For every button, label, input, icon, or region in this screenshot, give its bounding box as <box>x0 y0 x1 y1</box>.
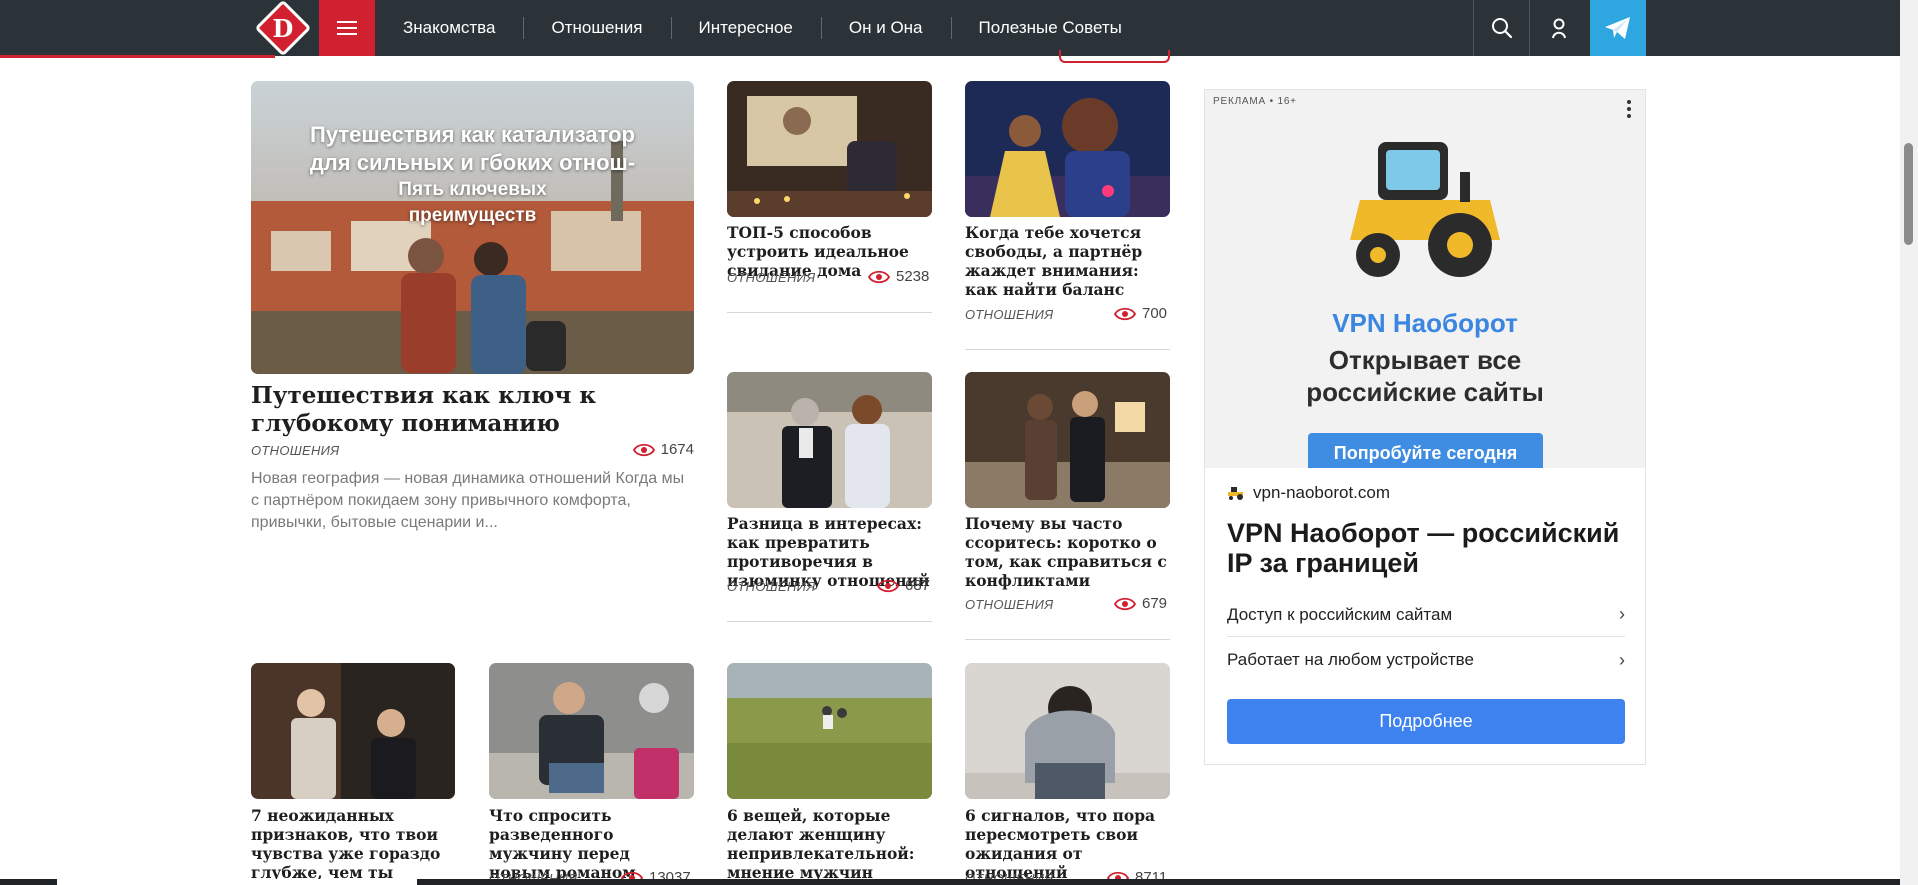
card-image[interactable] <box>965 663 1170 799</box>
ad-link-label: Доступ к российским сайтам <box>1227 604 1453 624</box>
ad-domain-text: vpn-naoborot.com <box>1253 483 1391 502</box>
views-count: 1674 <box>660 441 694 458</box>
eye-icon <box>877 579 899 592</box>
user-button[interactable] <box>1531 0 1587 56</box>
nav-item-interesnoe[interactable]: Интересное <box>670 17 821 39</box>
card-title[interactable]: 6 вещей, которые делают женщину непривле… <box>727 806 932 882</box>
ad-headline[interactable]: VPN Наоборот — российский IP за границей <box>1227 518 1627 578</box>
card-photo <box>489 663 694 799</box>
featured-category[interactable]: ОТНОШЕНИЯ <box>251 443 339 458</box>
card-category[interactable]: ОТНОШЕНИЯ <box>727 270 815 285</box>
nav-item-otnosheniya[interactable]: Отношения <box>523 17 670 39</box>
search-icon <box>1491 18 1512 39</box>
telegram-button[interactable] <box>1590 0 1646 56</box>
card-title[interactable]: 7 неожиданных признаков, что твои чувств… <box>251 806 455 885</box>
card-image[interactable] <box>727 81 932 217</box>
eye-icon <box>1114 307 1136 320</box>
caption-line: Путешествия как катализатор <box>310 122 635 147</box>
card-image[interactable] <box>251 663 455 799</box>
card-photo <box>727 663 932 799</box>
ad-link-label: Работает на любом устройстве <box>1227 650 1474 669</box>
card-image[interactable] <box>965 372 1170 508</box>
ad-menu-icon[interactable] <box>1627 100 1631 118</box>
card-divider <box>727 312 932 313</box>
card-views: 687 <box>877 577 930 594</box>
nav-item-poleznye-sovety[interactable]: Полезные Советы <box>950 17 1150 39</box>
site-logo[interactable]: D <box>250 0 316 57</box>
ad-tagline-line: Открывает все <box>1328 345 1522 375</box>
card-divider <box>727 621 932 622</box>
telegram-icon <box>1605 17 1630 39</box>
section-tab-outline <box>1059 50 1170 63</box>
ad-label: РЕКЛАМА • 16+ <box>1213 96 1297 107</box>
bottom-bar-highlight <box>57 879 417 885</box>
card-views: 5238 <box>868 268 929 285</box>
eye-icon <box>1114 597 1136 610</box>
ad-link-row[interactable]: Доступ к российским сайтам › <box>1227 593 1625 637</box>
caption-line: для сильных и гбоких отнош- <box>309 150 636 175</box>
card-category[interactable]: ОТНОШЕНИЯ <box>727 579 815 594</box>
nav-item-on-i-ona[interactable]: Он и Она <box>820 17 951 39</box>
card-divider <box>965 639 1170 640</box>
user-icon <box>1552 18 1566 39</box>
ad-tagline: Открывает все российские сайты <box>1205 344 1645 408</box>
caption-line: преимуществ <box>408 205 537 226</box>
views-count: 700 <box>1142 305 1168 322</box>
tractor-icon <box>1228 487 1243 500</box>
ad-block[interactable]: РЕКЛАМА • 16+ VPN Наоборот Открывает все… <box>1204 89 1646 765</box>
card-category[interactable]: ОТНОШЕНИЯ <box>965 597 1053 612</box>
main-nav: Знакомства Отношения Интересное Он и Она… <box>375 0 1150 56</box>
card-image[interactable] <box>965 81 1170 217</box>
featured-lede: Новая география — новая динамика отношен… <box>251 470 685 531</box>
featured-image-caption: Путешествия как катализатор для сильных … <box>251 121 694 229</box>
card-views: 700 <box>1114 305 1167 322</box>
hamburger-menu-button[interactable] <box>319 0 375 56</box>
card-image[interactable] <box>727 663 932 799</box>
ad-link-row[interactable]: Работает на любом устройстве › <box>1227 638 1625 682</box>
featured-views: 1674 <box>632 441 694 458</box>
logo-diamond-icon: D <box>254 0 312 57</box>
card-photo <box>727 372 932 508</box>
card-photo <box>727 81 932 217</box>
views-count: 5238 <box>896 268 930 285</box>
chevron-right-icon: › <box>1619 649 1625 670</box>
eye-icon <box>868 270 890 283</box>
caption-line: Пять ключевых <box>398 179 547 200</box>
card-views: 679 <box>1114 595 1167 612</box>
logo-letter: D <box>272 13 294 43</box>
tractor-icon <box>1350 142 1500 277</box>
featured-title[interactable]: Путешествия как ключ к глубокому пониман… <box>251 382 691 438</box>
card-photo <box>251 663 455 799</box>
ad-try-button[interactable]: Попробуйте сегодня <box>1308 433 1543 468</box>
chevron-right-icon: › <box>1619 604 1625 624</box>
ad-brand: VPN Наоборот <box>1332 308 1518 338</box>
card-photo <box>965 663 1170 799</box>
page-scrollbar[interactable] <box>1900 0 1918 885</box>
card-category[interactable]: ОТНОШЕНИЯ <box>965 307 1053 322</box>
card-photo <box>965 372 1170 508</box>
ad-domain[interactable]: vpn-naoborot.com <box>1227 483 1390 503</box>
card-image[interactable] <box>489 663 694 799</box>
eye-icon <box>632 443 655 456</box>
card-divider <box>965 349 1170 350</box>
views-count: 679 <box>1142 595 1168 612</box>
scrollbar-thumb[interactable] <box>1904 143 1913 245</box>
featured-image[interactable]: Путешествия как катализатор для сильных … <box>251 81 694 374</box>
card-title[interactable]: Когда тебе хочется свободы, а партнёр жа… <box>965 223 1170 299</box>
progress-accent <box>0 55 275 58</box>
hamburger-icon <box>337 21 357 23</box>
card-photo <box>965 81 1170 217</box>
search-button[interactable] <box>1474 0 1530 56</box>
nav-item-znakomstva[interactable]: Знакомства <box>375 18 523 38</box>
top-navigation-bar: D Знакомства Отношения Интересное Он и О… <box>0 0 1900 57</box>
views-count: 687 <box>905 577 931 594</box>
card-image[interactable] <box>727 372 932 508</box>
card-title[interactable]: Почему вы часто ссоритесь: коротко о том… <box>965 514 1170 590</box>
ad-more-button[interactable]: Подробнее <box>1227 699 1625 744</box>
ad-tagline-line: российские сайты <box>1306 377 1544 407</box>
ad-visual[interactable]: РЕКЛАМА • 16+ VPN Наоборот Открывает все… <box>1205 90 1645 468</box>
